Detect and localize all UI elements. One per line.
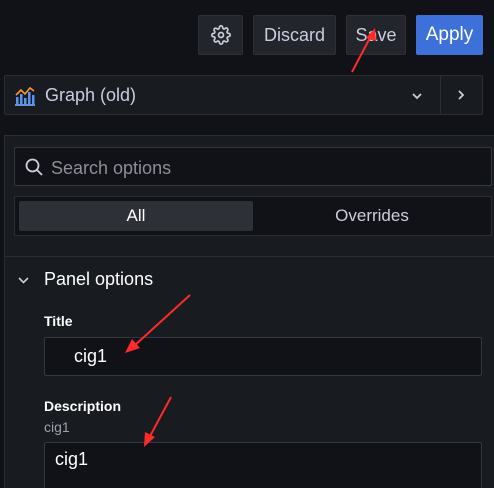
tab-all[interactable]: All	[19, 201, 253, 231]
chevron-right-icon[interactable]	[454, 88, 468, 102]
search-placeholder: Search options	[51, 158, 172, 178]
gear-icon	[210, 25, 231, 45]
search-options-input[interactable]: Search options	[14, 147, 492, 186]
discard-button[interactable]: Discard	[253, 15, 336, 55]
visualization-name: Graph (old)	[45, 85, 137, 105]
options-tabs: All Overrides	[14, 196, 492, 236]
title-input-value: cig1	[74, 346, 108, 366]
graph-icon	[15, 86, 35, 106]
search-icon	[25, 158, 43, 176]
apply-button[interactable]: Apply	[416, 15, 483, 55]
options-pane	[4, 135, 494, 488]
settings-button[interactable]	[198, 15, 243, 55]
divider	[440, 76, 441, 114]
tab-overrides[interactable]: Overrides	[255, 201, 489, 231]
title-field-label: Title	[44, 313, 73, 329]
description-textarea[interactable]: cig1	[44, 442, 482, 488]
description-textarea-value: cig1	[55, 449, 89, 469]
chevron-down-icon[interactable]	[17, 274, 30, 287]
description-field-label: Description	[44, 398, 122, 414]
save-button[interactable]: Save	[346, 15, 406, 55]
section-divider	[4, 256, 494, 257]
title-input[interactable]: cig1	[44, 337, 482, 376]
section-title-panel-options[interactable]: Panel options	[44, 269, 153, 290]
chevron-down-icon[interactable]	[410, 89, 424, 103]
description-hint: cig1	[44, 419, 70, 435]
visualization-picker[interactable]: Graph (old)	[4, 75, 483, 115]
